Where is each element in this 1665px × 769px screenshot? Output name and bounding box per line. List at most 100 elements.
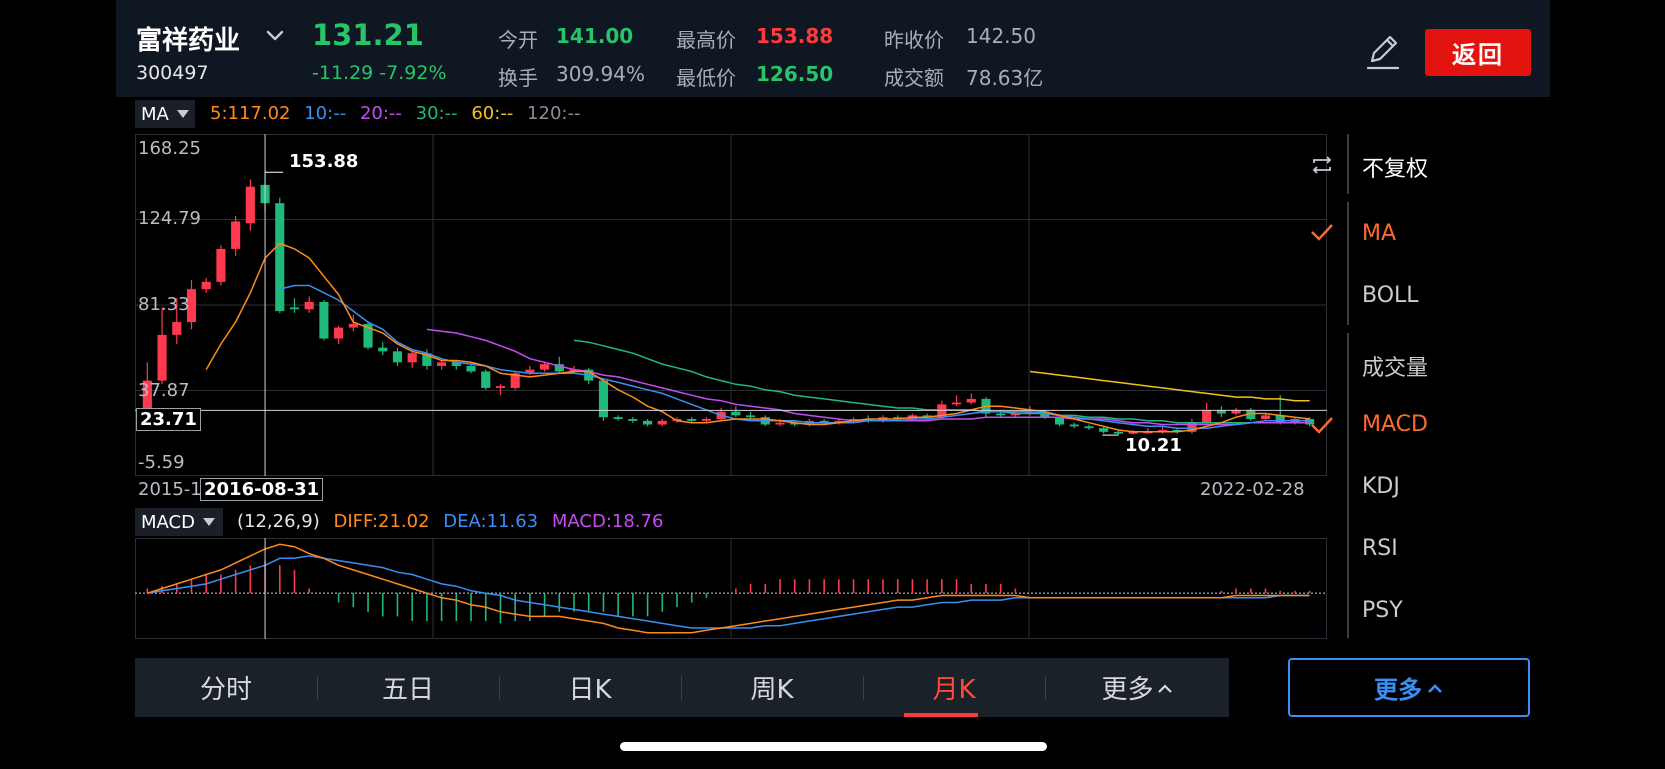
candle-body: [392, 351, 403, 363]
overlay-panel: MA BOLL: [1311, 202, 1419, 325]
candle-body: [201, 281, 211, 290]
macd-values: (12,26,9) DIFF:21.02 DEA:11.63 MACD:18.7…: [237, 511, 663, 532]
stock-name: 富祥药业: [136, 26, 241, 56]
candle-body: [657, 420, 667, 425]
sub-indicator-selector[interactable]: MACD: [135, 508, 223, 536]
crosshair-price-tag: 23.71: [136, 408, 201, 431]
end-date-label: 2022-02-28: [1200, 479, 1305, 500]
caret-down-icon: [176, 110, 189, 118]
main-indicator-name: MA: [141, 103, 169, 125]
chevron-down-icon[interactable]: [264, 24, 286, 46]
ma30-value: 30:--: [415, 103, 458, 124]
overlay-item-boll[interactable]: BOLL: [1362, 283, 1419, 308]
stock-code: 300497: [136, 62, 209, 84]
low-label: 最低价: [676, 66, 736, 90]
y-axis-label: -5.59: [138, 452, 185, 473]
ma-values: 5:117.02 10:-- 20:-- 30:-- 60:-- 120:--: [210, 103, 580, 124]
stock-header: 富祥药业 300497 131.21 -11.29 -7.92% 今开 141.…: [116, 0, 1550, 97]
ma10-value: 10:--: [304, 103, 347, 124]
tab-more[interactable]: 更多: [1045, 658, 1229, 717]
indicator-item-kdj[interactable]: KDJ: [1362, 474, 1400, 499]
chevron-up-icon: [1157, 683, 1172, 693]
ma120-value: 120:--: [527, 103, 581, 124]
more-button-label: 更多: [1374, 676, 1422, 704]
indicator-item-psy[interactable]: PSY: [1362, 598, 1403, 623]
candle-body: [348, 323, 358, 328]
prev-close-value: 142.50: [966, 24, 1036, 48]
tab-intraday[interactable]: 分时: [135, 658, 317, 717]
current-price: 131.21: [312, 18, 424, 52]
indicator-item-rsi[interactable]: RSI: [1362, 536, 1398, 561]
back-button[interactable]: 返回: [1425, 29, 1531, 76]
overlay-item-ma[interactable]: MA: [1362, 221, 1396, 246]
candle-body: [628, 419, 638, 421]
tab-daily-k[interactable]: 日K: [499, 658, 681, 717]
tab-weekly-k[interactable]: 周K: [681, 658, 863, 717]
ma60-line: [1030, 370, 1310, 402]
candle-body: [951, 402, 962, 405]
candle-body: [275, 203, 285, 312]
candle-body: [157, 334, 167, 381]
turnover-rate-label: 换手: [498, 66, 538, 90]
candle-body: [598, 380, 609, 418]
candle-body: [231, 221, 241, 249]
candle-body: [437, 362, 447, 366]
min-price-label: 10.21: [1125, 435, 1182, 456]
main-indicator-selector[interactable]: MA: [135, 100, 195, 128]
diff-value: DIFF:21.02: [333, 511, 430, 532]
dea-value: DEA:11.63: [443, 511, 539, 532]
high-label: 最高价: [676, 28, 736, 52]
turnover-rate-value: 309.94%: [556, 62, 645, 86]
ma60-value: 60:--: [471, 103, 514, 124]
crosshair-date-tag: 2016-08-31: [200, 478, 324, 501]
pencil-icon[interactable]: [1366, 33, 1400, 71]
open-label: 今开: [498, 28, 538, 52]
candle-body: [1099, 428, 1109, 432]
candle-body: [966, 398, 976, 403]
candle-body: [643, 420, 653, 425]
indicator-item-volume[interactable]: 成交量: [1362, 350, 1428, 382]
home-indicator: [620, 742, 1047, 751]
tab-more-label: 更多: [1101, 675, 1154, 705]
candle-body: [495, 386, 506, 388]
candle-body: [687, 419, 697, 421]
y-axis-label: 37.87: [138, 380, 190, 401]
switch-icon[interactable]: [1310, 154, 1334, 176]
amount-label: 成交额: [884, 66, 944, 90]
candle-body: [466, 365, 476, 372]
candle-body: [407, 353, 417, 363]
tab-monthly-k[interactable]: 月K: [863, 658, 1045, 717]
indicator-panel: 成交量 MACD KDJ RSI PSY: [1311, 333, 1428, 638]
period-tabbar: 分时 五日 日K 周K 月K 更多: [135, 658, 1229, 717]
candle-body: [540, 364, 550, 370]
macd-chart[interactable]: [135, 538, 1327, 639]
candle-body: [746, 415, 756, 418]
start-date-label: 2015-1: [138, 479, 202, 500]
candle-body: [1113, 431, 1123, 434]
y-axis-label: 124.79: [138, 208, 201, 229]
low-value: 126.50: [756, 62, 834, 86]
candle-body: [481, 371, 491, 388]
candle-body: [996, 413, 1006, 416]
candle-body: [289, 307, 300, 310]
adjust-label: 不复权: [1362, 157, 1429, 182]
candle-body: [378, 347, 388, 352]
indicator-item-macd[interactable]: MACD: [1362, 412, 1428, 437]
kline-chart[interactable]: [135, 134, 1327, 476]
diff-line: [147, 543, 1310, 634]
ma5-value: 5:117.02: [210, 103, 291, 124]
adjust-panel[interactable]: 不复权: [1312, 134, 1428, 194]
more-button[interactable]: 更多: [1288, 658, 1530, 717]
candle-body: [319, 301, 329, 339]
candle-body: [334, 327, 344, 339]
chevron-up-icon: [1428, 683, 1442, 693]
tab-five-day[interactable]: 五日: [317, 658, 499, 717]
candle-body: [216, 248, 226, 282]
price-change: -11.29 -7.92%: [312, 62, 447, 84]
candle-body: [701, 419, 711, 421]
candle-body: [245, 186, 255, 224]
macd-value: MACD:18.76: [551, 511, 664, 532]
ma20-value: 20:--: [359, 103, 402, 124]
candle-body: [731, 411, 741, 416]
check-icon: [1311, 417, 1333, 434]
